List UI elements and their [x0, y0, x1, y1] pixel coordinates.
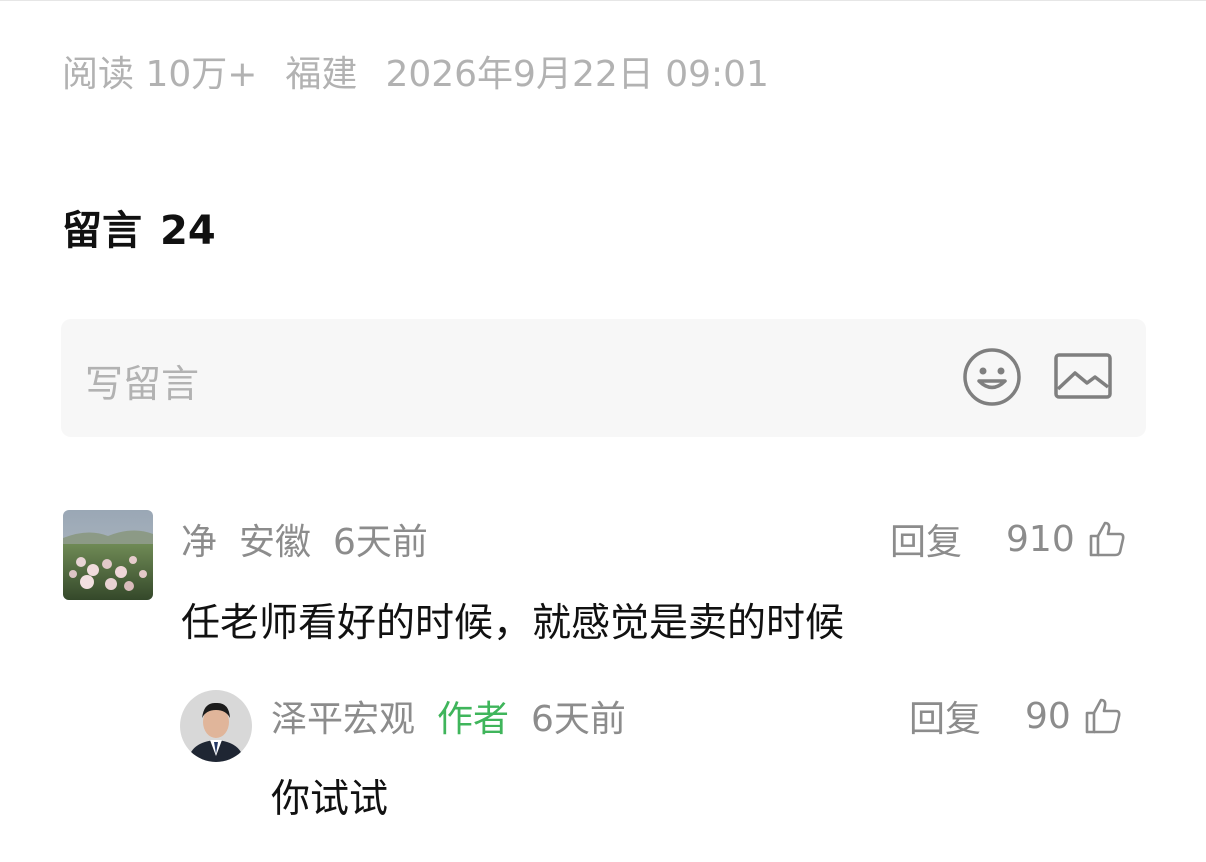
avatar[interactable] — [63, 510, 153, 600]
reply-button[interactable]: 回复 — [909, 690, 981, 742]
author-badge: 作者 — [437, 699, 510, 740]
reply-header: 泽平宏观 作者 6天前 — [271, 690, 626, 742]
commenter-region: 安徽 — [239, 522, 312, 563]
write-comment-placeholder[interactable]: 写留言 — [85, 353, 199, 408]
smiley-face-icon[interactable] — [961, 346, 1023, 408]
avatar[interactable] — [180, 690, 252, 762]
image-icon[interactable] — [1053, 351, 1113, 403]
flower-field-photo — [63, 510, 153, 600]
reply-actions: 回复 90 — [909, 690, 1123, 742]
article-comments-page: 阅读 10万+ 福建 2026年9月22日 09:01 留言 24 写留言 净 … — [0, 0, 1206, 862]
comments-title: 留言 — [62, 208, 142, 254]
publish-datetime: 2026年9月22日 09:01 — [385, 54, 769, 95]
reply-text: 你试试 — [271, 777, 389, 822]
like-count: 90 — [1025, 695, 1071, 737]
write-comment-box[interactable]: 写留言 — [61, 319, 1146, 437]
top-divider — [0, 0, 1206, 1]
thumbs-up-icon[interactable] — [1087, 519, 1127, 559]
thumbs-up-icon[interactable] — [1083, 696, 1123, 736]
comments-heading: 留言 24 — [62, 198, 216, 256]
comment-time: 6天前 — [333, 522, 428, 563]
author-name[interactable]: 泽平宏观 — [271, 690, 415, 742]
reply-button[interactable]: 回复 — [890, 513, 962, 565]
comments-count: 24 — [160, 208, 216, 254]
reply-time: 6天前 — [531, 699, 626, 740]
comment-text: 任老师看好的时候，就感觉是卖的时候 — [181, 601, 845, 646]
like-count: 910 — [1006, 518, 1075, 560]
article-meta: 阅读 10万+ 福建 2026年9月22日 09:01 — [62, 46, 797, 96]
person-portrait-photo — [180, 690, 252, 762]
comment-header: 净 安徽 6天前 — [181, 513, 428, 565]
publish-region: 福建 — [285, 54, 358, 95]
comment-actions: 回复 910 — [890, 513, 1127, 565]
commenter-name[interactable]: 净 — [181, 513, 217, 565]
read-count: 阅读 10万+ — [62, 54, 258, 95]
